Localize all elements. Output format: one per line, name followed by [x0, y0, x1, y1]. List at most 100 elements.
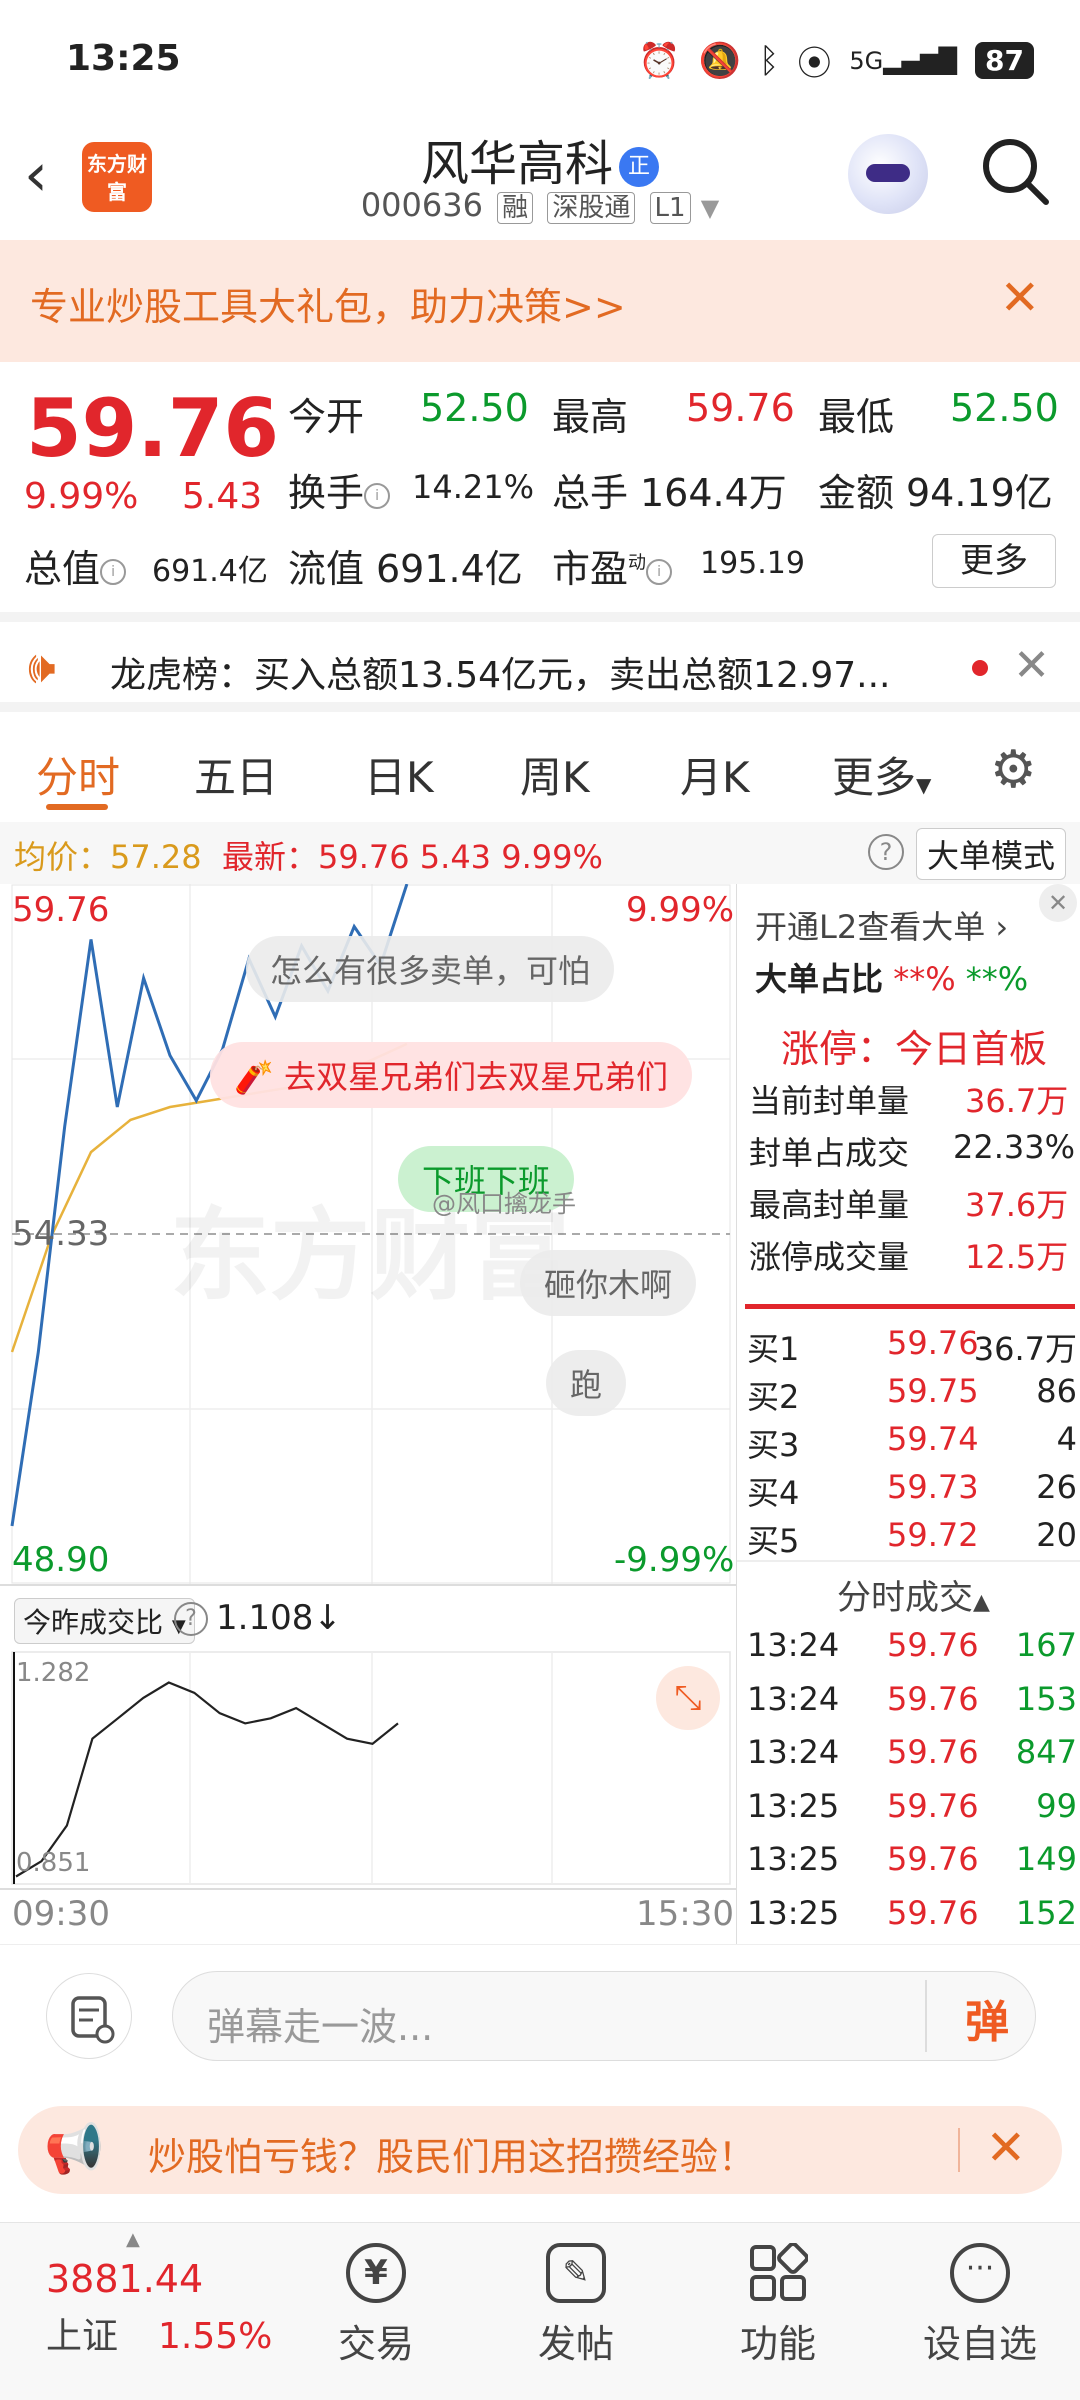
pe-value: 195.19	[700, 546, 805, 581]
nav-post-label: 发帖	[537, 2322, 614, 2366]
trade-time: 13:25	[747, 1893, 840, 1932]
limit-vol-value: 12.5万	[965, 1238, 1069, 1276]
orderbook-row: 买2 59.75 86	[747, 1372, 1077, 1420]
trades-title[interactable]: 分时成交▲	[837, 1570, 990, 1619]
index-ticker[interactable]: ▲ 3881.44 上证 1.55%	[46, 2229, 272, 2359]
assistant-robot-icon[interactable]	[848, 134, 928, 214]
limit-status: 涨停：今日首板	[781, 1027, 1048, 1071]
trade-price: 59.76	[887, 1733, 979, 1771]
volume-ratio-chart	[11, 1651, 731, 1885]
nav-functions[interactable]: 功能	[708, 2242, 848, 2368]
lhb-notice[interactable]: 🕪 龙虎榜：买入总额13.54亿元，卖出总额12.97... ✕	[0, 612, 1080, 712]
edit-icon: ✎	[546, 2243, 606, 2303]
help-icon[interactable]: ?	[868, 834, 904, 870]
close-icon[interactable]: ✕	[986, 2120, 1026, 2176]
volume-dropdown[interactable]: 今昨成交比 ▼	[14, 1598, 195, 1644]
amount-value: 94.19亿	[906, 471, 1053, 515]
trade-row: 13:24 59.76 847	[747, 1733, 1077, 1781]
open-label: 今开	[288, 395, 365, 439]
order-side-panel: 开通L2查看大单 › ✕ 大单占比 **% **% 涨停：今日首板 当前封单量 …	[736, 884, 1080, 1944]
info-icon[interactable]: i	[646, 558, 673, 585]
pct-bottom-label: -9.99%	[614, 1540, 735, 1580]
nav-functions-label: 功能	[739, 2322, 816, 2366]
turnover-value: 14.21%	[412, 468, 535, 506]
orderbook-price: 59.75	[887, 1372, 979, 1410]
gear-icon[interactable]: ⚙	[990, 740, 1037, 800]
max-seal-value: 37.6万	[965, 1186, 1069, 1224]
mute-icon: 🔕	[698, 40, 741, 81]
trade-time: 13:24	[747, 1679, 840, 1718]
more-button[interactable]: 更多	[932, 534, 1056, 588]
promo-banner[interactable]: 专业炒股工具大礼包，助力决策>> ✕	[0, 240, 1080, 362]
open-value: 52.50	[420, 386, 529, 430]
intraday-chart[interactable]: 东方财富 59.76 54.33 48.90 9.99% -9.99% 怎么有很…	[0, 884, 736, 1584]
danmu-input[interactable]: 弹幕走一波... 弹	[172, 1971, 1036, 2061]
ad-banner[interactable]: 📢 炒股怕亏钱？股民们用这招攒经验！ ✕	[18, 2106, 1062, 2194]
trade-price: 59.76	[887, 1840, 979, 1878]
volume-value: 164.4万	[640, 471, 787, 515]
seal-value: 36.7万	[965, 1082, 1069, 1120]
danmu-bubble: 砸你木啊	[520, 1250, 697, 1316]
nav-watchlist[interactable]: ··· 设自选	[910, 2243, 1050, 2368]
tag-connect: 深股通	[547, 192, 636, 224]
tag-level: L1	[649, 192, 691, 224]
danmu-settings-icon[interactable]	[46, 1973, 132, 2059]
average-bar: 均价：57.28 最新：59.76 5.43 9.99% ? 大单模式	[0, 822, 1080, 884]
info-icon[interactable]: i	[364, 482, 391, 509]
seal-label: 当前封单量	[749, 1082, 910, 1120]
verified-badge: 正	[619, 147, 659, 187]
pct-top-label: 9.99%	[626, 890, 735, 930]
big-order-mode-button[interactable]: 大单模式	[916, 828, 1067, 880]
nav-trade[interactable]: ¥ 交易	[306, 2243, 446, 2368]
divider	[958, 2128, 960, 2172]
tab-monthly-k[interactable]: 月K	[680, 744, 750, 805]
tab-5day[interactable]: 五日	[194, 744, 278, 805]
promo-text: 专业炒股工具大礼包，助力决策>>	[30, 285, 626, 329]
orderbook-price: 59.76	[887, 1324, 979, 1362]
info-icon[interactable]: i	[100, 558, 127, 585]
expand-icon[interactable]: ⤡	[656, 1666, 720, 1730]
orderbook-price: 59.72	[887, 1516, 979, 1554]
tab-daily-k[interactable]: 日K	[364, 744, 434, 805]
status-bar: 13:25 ⏰ 🔕 ᛒ ⦿ 5G▂▄▆█ 87	[0, 0, 1080, 120]
nav-post[interactable]: ✎ 发帖	[506, 2243, 646, 2368]
close-icon[interactable]: ✕	[1039, 884, 1077, 922]
volume-ratio-section: 今昨成交比 ▼ ? 1.108↓ 1.282 0.851 ⤡ 09:30 15:…	[0, 1584, 736, 1944]
grid-icon	[748, 2242, 809, 2303]
vol-y-top: 1.282	[16, 1658, 91, 1688]
trade-volume: 167	[1015, 1626, 1077, 1664]
help-icon[interactable]: ?	[174, 1602, 208, 1636]
yen-icon: ¥	[346, 2243, 406, 2303]
trade-row: 13:25 59.76 149	[747, 1840, 1077, 1888]
firecracker-icon: 🧨	[234, 1058, 274, 1096]
trade-time: 13:25	[747, 1840, 840, 1878]
orderbook-label: 买4	[747, 1474, 800, 1512]
tab-weekly-k[interactable]: 周K	[520, 744, 590, 805]
danmu-send-button[interactable]: 弹	[965, 1986, 1009, 2050]
signal-icon: 5G▂▄▆█	[849, 46, 958, 75]
divider	[0, 1584, 736, 1586]
ad-text: 炒股怕亏钱？股民们用这招攒经验！	[148, 2135, 757, 2179]
index-value: 3881.44	[46, 2257, 204, 2301]
divider	[737, 1560, 1080, 1562]
trade-row: 13:25 59.76 152	[747, 1894, 1077, 1942]
tab-more[interactable]: 更多▼	[832, 744, 931, 805]
close-icon[interactable]: ✕	[1000, 270, 1040, 326]
orderbook-label: 买5	[747, 1522, 800, 1560]
tab-intraday[interactable]: 分时	[36, 744, 120, 805]
trade-time: 13:25	[747, 1786, 840, 1825]
caret-up-icon: ▲	[126, 2229, 140, 2250]
avg-price: 均价：57.28	[14, 838, 202, 876]
lhb-text: 龙虎榜：买入总额13.54亿元，卖出总额12.97...	[110, 655, 891, 696]
search-icon[interactable]	[980, 136, 1052, 212]
orderbook-volume: 20	[1036, 1516, 1077, 1554]
l2-link[interactable]: 开通L2查看大单 ›	[755, 902, 1008, 948]
close-icon[interactable]: ✕	[1013, 640, 1050, 691]
status-icons: ⏰ 🔕 ᛒ ⦿ 5G▂▄▆█ 87	[638, 36, 1034, 85]
trade-row: 13:24 59.76 167	[747, 1626, 1077, 1674]
stock-name: 风华高科	[420, 136, 613, 192]
stock-code: 000636	[360, 186, 483, 224]
orderbook-label: 买2	[747, 1378, 800, 1416]
low-label: 最低	[818, 395, 895, 439]
orderbook-volume: 26	[1036, 1468, 1077, 1506]
